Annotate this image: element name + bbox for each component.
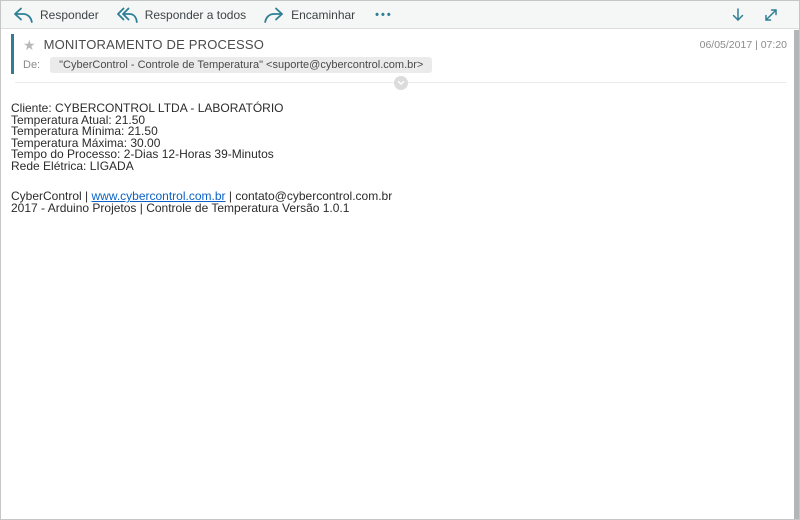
subject-row: ★ MONITORAMENTO DE PROCESSO 06/05/2017 |…	[15, 37, 787, 52]
toolbar-right-group	[731, 7, 787, 23]
more-actions-button[interactable]: •••	[373, 9, 395, 21]
forward-button[interactable]: Encaminhar	[264, 7, 355, 23]
from-row: De: "CyberControl - Controle de Temperat…	[15, 57, 787, 73]
unread-indicator-bar	[11, 34, 14, 74]
message-toolbar: Responder Responder a todos Encaminhar •…	[1, 1, 799, 29]
forward-label: Encaminhar	[291, 7, 356, 22]
reply-all-button[interactable]: Responder a todos	[116, 7, 247, 23]
reply-icon	[13, 7, 33, 23]
vertical-scrollbar[interactable]	[794, 30, 799, 519]
header-divider	[15, 76, 787, 90]
reply-all-label: Responder a todos	[144, 7, 247, 22]
message-date: 06/05/2017 | 07:20	[699, 38, 787, 51]
body-line: Rede Elétrica: LIGADA	[11, 158, 134, 173]
reply-button[interactable]: Responder	[13, 7, 99, 23]
forward-icon	[264, 7, 284, 23]
reply-label: Responder	[40, 7, 99, 22]
signature-line-2: 2017 - Arduino Projetos | Controle de Te…	[11, 200, 350, 215]
star-icon[interactable]: ★	[23, 38, 36, 52]
collapse-header-button[interactable]	[394, 76, 408, 90]
sender-address-chip[interactable]: "CyberControl - Controle de Temperatura"…	[50, 57, 433, 73]
reply-all-icon	[116, 7, 138, 23]
mail-reader-window: Responder Responder a todos Encaminhar •…	[0, 0, 800, 520]
expand-icon[interactable]	[763, 7, 779, 23]
chevron-down-icon	[396, 78, 406, 88]
message-subject: MONITORAMENTO DE PROCESSO	[43, 37, 265, 52]
move-down-icon[interactable]	[731, 7, 745, 23]
message-header: ★ MONITORAMENTO DE PROCESSO 06/05/2017 |…	[1, 29, 799, 90]
ellipsis-icon: •••	[375, 8, 393, 21]
signature-block: CyberControl | www.cybercontrol.com.br |…	[11, 190, 785, 215]
message-body: Cliente: CYBERCONTROL LTDA - LABORATÓRIO…	[1, 83, 799, 214]
from-label: De:	[23, 59, 41, 71]
